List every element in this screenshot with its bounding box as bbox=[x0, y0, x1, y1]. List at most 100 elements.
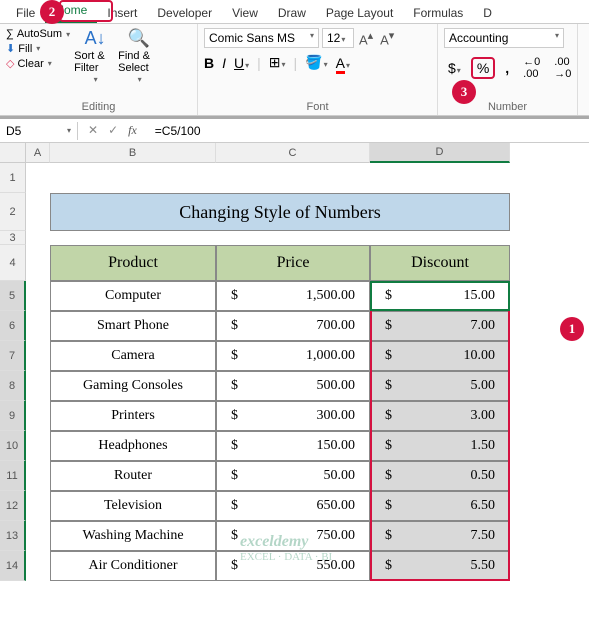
product-cell[interactable]: Smart Phone bbox=[50, 311, 216, 341]
enter-icon[interactable]: ✓ bbox=[108, 123, 118, 138]
discount-cell[interactable]: $5.50 bbox=[370, 551, 510, 581]
header-price[interactable]: Price bbox=[216, 245, 370, 281]
cancel-icon[interactable]: ✕ bbox=[88, 123, 98, 138]
row-header[interactable]: 2 bbox=[0, 193, 26, 231]
discount-cell[interactable]: $5.00 bbox=[370, 371, 510, 401]
product-cell[interactable]: Washing Machine bbox=[50, 521, 216, 551]
price-cell[interactable]: $1,000.00 bbox=[216, 341, 370, 371]
price-cell[interactable]: $50.00 bbox=[216, 461, 370, 491]
border-button[interactable]: ⊞▾ bbox=[269, 54, 286, 71]
price-cell[interactable]: $300.00 bbox=[216, 401, 370, 431]
select-all-corner[interactable] bbox=[0, 143, 26, 163]
decrease-decimal-button[interactable]: .00→0 bbox=[550, 54, 575, 82]
row-header[interactable]: 4 bbox=[0, 245, 26, 281]
tab-draw[interactable]: Draw bbox=[268, 3, 316, 23]
price-cell[interactable]: $150.00 bbox=[216, 431, 370, 461]
row-header[interactable]: 14 bbox=[0, 551, 26, 581]
row-header[interactable]: 8 bbox=[0, 371, 26, 401]
row-header[interactable]: 1 bbox=[0, 163, 26, 193]
price-cell[interactable]: $500.00 bbox=[216, 371, 370, 401]
tab-formulas[interactable]: Formulas bbox=[403, 3, 473, 23]
product-cell[interactable]: Air Conditioner bbox=[50, 551, 216, 581]
fill-button[interactable]: ⬇Fill ▾ bbox=[6, 42, 70, 55]
discount-cell[interactable]: $1.50 bbox=[370, 431, 510, 461]
fx-icon[interactable]: fx bbox=[128, 123, 137, 138]
eraser-icon: ◇ bbox=[6, 57, 14, 70]
underline-button[interactable]: U▾ bbox=[234, 55, 249, 71]
row-header[interactable]: 3 bbox=[0, 231, 26, 245]
fill-down-icon: ⬇ bbox=[6, 42, 15, 55]
percent-button[interactable]: % bbox=[471, 57, 495, 79]
menu-tabs: File Home Insert Developer View Draw Pag… bbox=[0, 0, 589, 24]
row-header[interactable]: 12 bbox=[0, 491, 26, 521]
search-icon: 🔍 bbox=[128, 28, 150, 49]
discount-cell[interactable]: $10.00 bbox=[370, 341, 510, 371]
row-header[interactable]: 5 bbox=[0, 281, 26, 311]
product-cell[interactable]: Router bbox=[50, 461, 216, 491]
currency-button[interactable]: $▾ bbox=[444, 58, 465, 78]
fill-color-button[interactable]: 🪣▾ bbox=[305, 54, 327, 71]
increase-font-icon[interactable]: A▴ bbox=[357, 29, 375, 47]
row-header[interactable]: 10 bbox=[0, 431, 26, 461]
find-select-button[interactable]: 🔍 Find & Select▾ bbox=[118, 28, 160, 84]
discount-cell[interactable]: $7.00 bbox=[370, 311, 510, 341]
discount-cell[interactable]: $15.00 bbox=[370, 281, 510, 311]
sort-icon: A↓ bbox=[85, 28, 106, 49]
row-header[interactable]: 7 bbox=[0, 341, 26, 371]
header-product[interactable]: Product bbox=[50, 245, 216, 281]
product-cell[interactable]: Television bbox=[50, 491, 216, 521]
product-cell[interactable]: Headphones bbox=[50, 431, 216, 461]
discount-cell[interactable]: $3.00 bbox=[370, 401, 510, 431]
col-header[interactable]: C bbox=[216, 143, 370, 163]
spreadsheet-grid: 1 2 3 4 5 6 7 8 9 10 11 12 13 14 A B C D… bbox=[0, 143, 589, 581]
tab-developer[interactable]: Developer bbox=[147, 3, 222, 23]
comma-button[interactable]: , bbox=[501, 58, 513, 78]
font-size-select[interactable]: 12▾ bbox=[322, 28, 354, 48]
sheet-cells[interactable]: Changing Style of Numbers Product Price … bbox=[26, 163, 589, 581]
product-cell[interactable]: Gaming Consoles bbox=[50, 371, 216, 401]
callout-1: 1 bbox=[560, 317, 584, 341]
tab-data[interactable]: D bbox=[473, 3, 502, 23]
callout-2: 2 bbox=[40, 0, 64, 24]
product-cell[interactable]: Camera bbox=[50, 341, 216, 371]
price-cell[interactable]: $700.00 bbox=[216, 311, 370, 341]
row-header[interactable]: 11 bbox=[0, 461, 26, 491]
product-cell[interactable]: Printers bbox=[50, 401, 216, 431]
col-header[interactable]: D bbox=[370, 143, 510, 163]
row-header[interactable]: 6 bbox=[0, 311, 26, 341]
font-name-select[interactable]: Comic Sans MS ▾ bbox=[204, 28, 319, 48]
header-discount[interactable]: Discount bbox=[370, 245, 510, 281]
discount-cell[interactable]: $7.50 bbox=[370, 521, 510, 551]
formula-input[interactable]: =C5/100 bbox=[147, 122, 589, 140]
italic-button[interactable]: I bbox=[222, 55, 226, 71]
price-cell[interactable]: $650.00 bbox=[216, 491, 370, 521]
col-header[interactable]: B bbox=[50, 143, 216, 163]
tab-page-layout[interactable]: Page Layout bbox=[316, 3, 403, 23]
autosum-button[interactable]: ∑AutoSum ▾ bbox=[6, 28, 70, 40]
product-cell[interactable]: Computer bbox=[50, 281, 216, 311]
group-font: Comic Sans MS ▾ 12▾ A▴ A▾ B I U▾ | ⊞▾ | … bbox=[198, 24, 438, 115]
tab-view[interactable]: View bbox=[222, 3, 268, 23]
number-format-select[interactable]: Accounting▾ bbox=[444, 28, 564, 48]
watermark: exceldemy EXCEL · DATA · BI bbox=[240, 533, 332, 563]
ribbon: ∑AutoSum ▾ ⬇Fill ▾ ◇Clear ▾ A↓ Sort & Fi… bbox=[0, 24, 589, 116]
clear-button[interactable]: ◇Clear ▾ bbox=[6, 57, 70, 70]
sigma-icon: ∑ bbox=[6, 28, 14, 40]
discount-cell[interactable]: $0.50 bbox=[370, 461, 510, 491]
group-label-editing: Editing bbox=[6, 98, 191, 113]
name-box[interactable]: D5▾ bbox=[0, 122, 78, 140]
discount-cell[interactable]: $6.50 bbox=[370, 491, 510, 521]
title-cell[interactable]: Changing Style of Numbers bbox=[50, 193, 510, 231]
callout-3: 3 bbox=[452, 80, 476, 104]
tab-insert[interactable]: Insert bbox=[97, 3, 147, 23]
increase-decimal-button[interactable]: ←0.00 bbox=[519, 54, 544, 82]
decrease-font-icon[interactable]: A▾ bbox=[378, 29, 396, 47]
row-header[interactable]: 9 bbox=[0, 401, 26, 431]
group-label-font: Font bbox=[204, 98, 431, 113]
font-color-button[interactable]: A▾ bbox=[336, 55, 350, 71]
price-cell[interactable]: $1,500.00 bbox=[216, 281, 370, 311]
bold-button[interactable]: B bbox=[204, 55, 214, 71]
row-header[interactable]: 13 bbox=[0, 521, 26, 551]
col-header[interactable]: A bbox=[26, 143, 50, 163]
sort-filter-button[interactable]: A↓ Sort & Filter▾ bbox=[74, 28, 116, 84]
